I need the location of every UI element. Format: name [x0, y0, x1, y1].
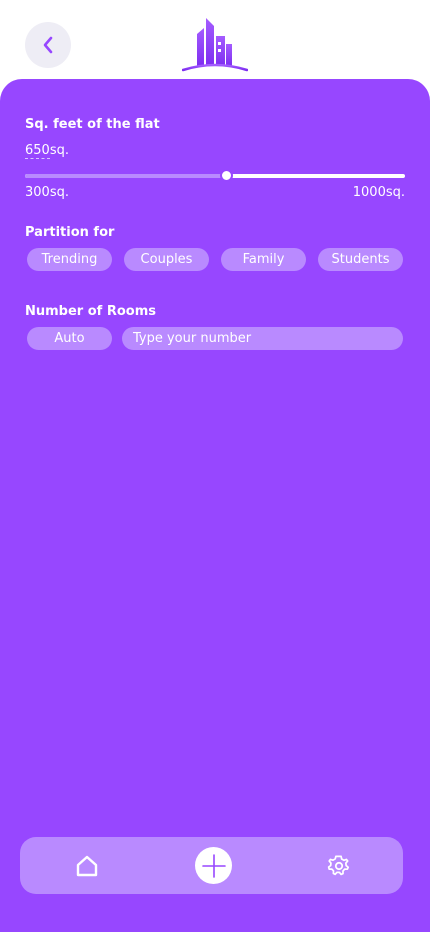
sqft-slider-fill	[25, 174, 227, 178]
rooms-auto-button[interactable]: Auto	[27, 327, 112, 350]
sqft-min-label: 300sq.	[25, 185, 69, 200]
rooms-number-input[interactable]	[122, 327, 403, 350]
sqft-value-number: 650	[25, 143, 50, 159]
sqft-slider[interactable]	[25, 169, 405, 182]
nav-add-button[interactable]	[195, 847, 232, 884]
home-icon	[76, 855, 97, 876]
city-buildings-logo	[182, 18, 248, 72]
sqft-slider-thumb[interactable]	[220, 169, 234, 182]
bottom-nav	[20, 837, 403, 894]
nav-settings-button[interactable]	[320, 847, 357, 884]
sqft-value[interactable]: 650sq.	[25, 143, 69, 159]
partition-chip-family[interactable]: Family	[221, 248, 306, 271]
settings-panel: Sq. feet of the flat 650sq. 300sq. 1000s…	[0, 79, 430, 932]
partition-title: Partition for	[25, 225, 115, 240]
partition-options: Trending Couples Family Students	[27, 248, 403, 271]
partition-chip-students[interactable]: Students	[318, 248, 403, 271]
partition-chip-trending[interactable]: Trending	[27, 248, 112, 271]
nav-home-button[interactable]	[68, 847, 105, 884]
sqft-title: Sq. feet of the flat	[25, 117, 160, 132]
sqft-value-unit: sq.	[49, 143, 69, 158]
sqft-max-label: 1000sq.	[352, 185, 405, 200]
settings-icon	[327, 855, 349, 875]
add-icon	[201, 853, 226, 878]
rooms-title: Number of Rooms	[25, 304, 157, 319]
chevron-left-icon	[43, 36, 53, 54]
back-button[interactable]	[25, 22, 71, 68]
partition-chip-couples[interactable]: Couples	[124, 248, 209, 271]
